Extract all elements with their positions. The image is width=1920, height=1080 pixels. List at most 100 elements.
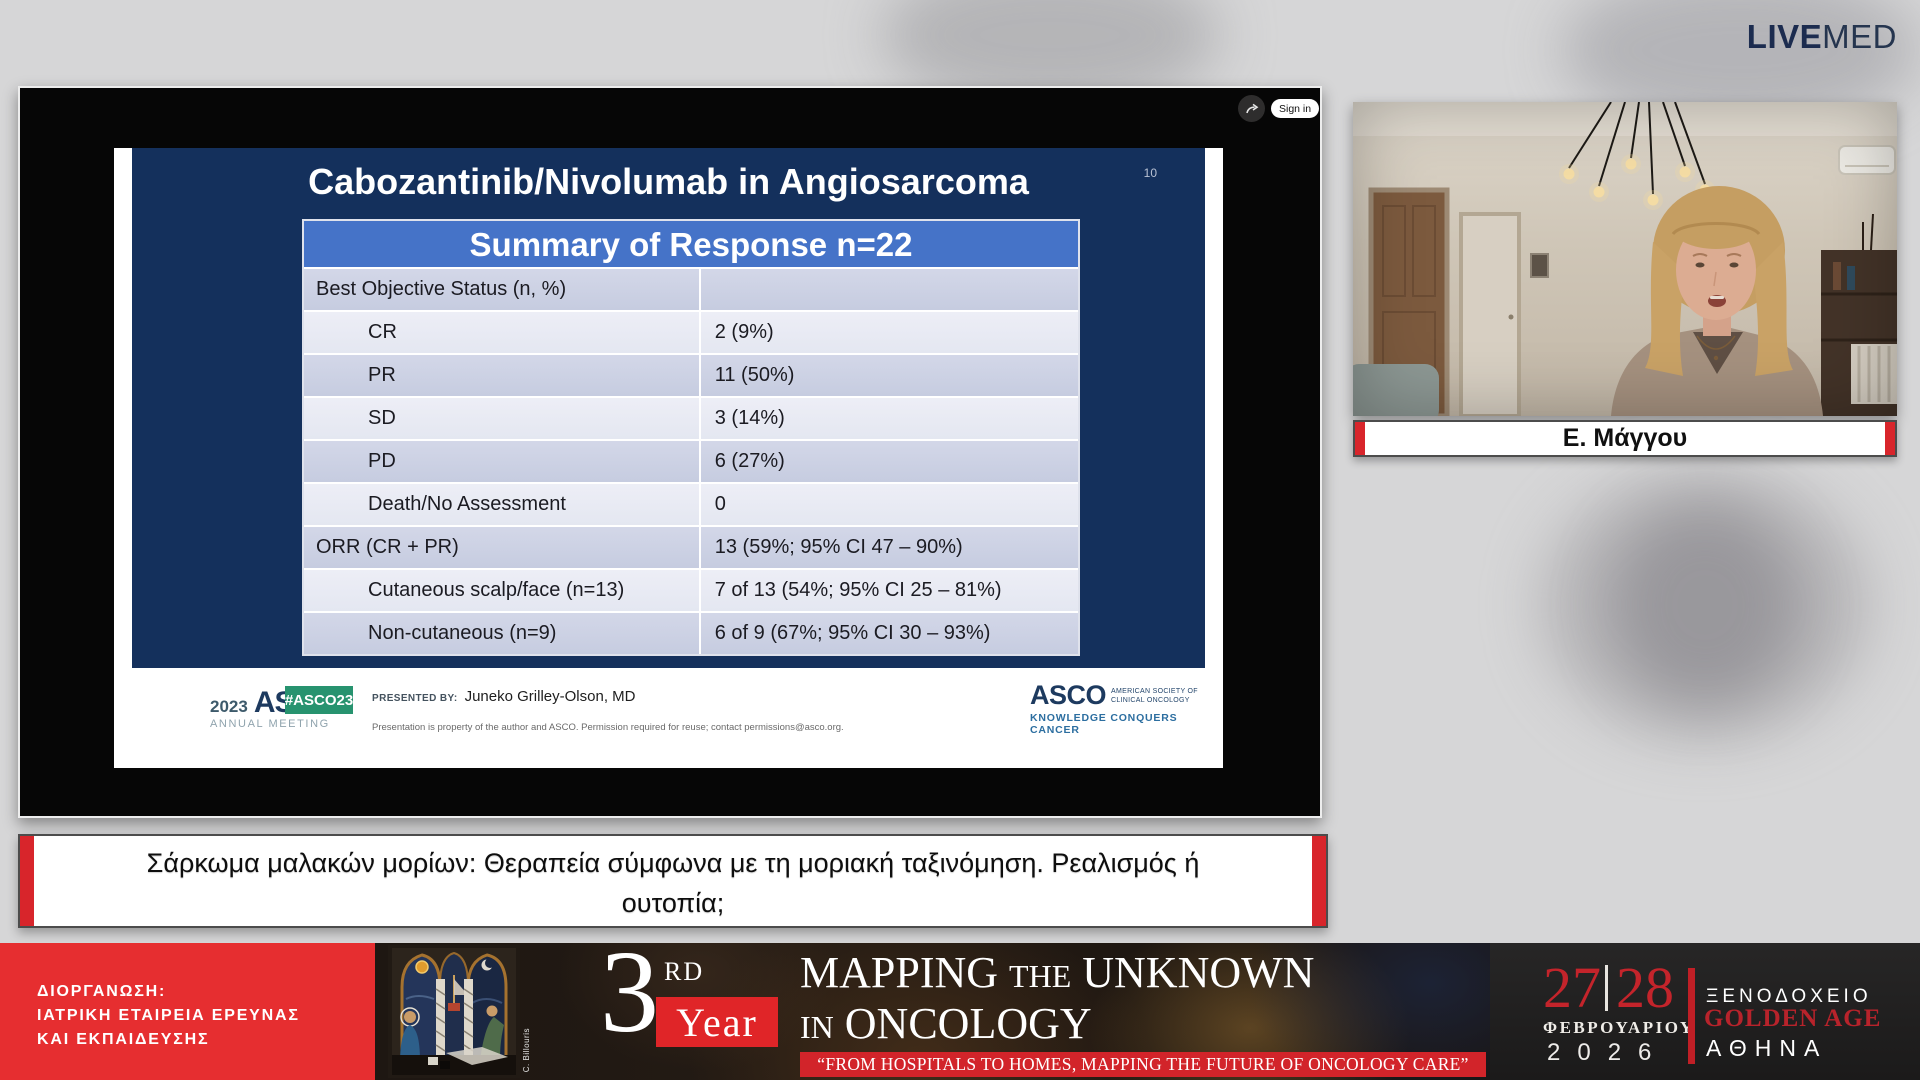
accent-bar-left — [20, 836, 34, 926]
event-day2: 28 — [1616, 959, 1674, 1017]
table-row: SD 3 (14%) — [304, 396, 1078, 439]
slide-content-area: Cabozantinib/Nivolumab in Angiosarcoma 1… — [132, 148, 1205, 668]
share-button[interactable] — [1238, 95, 1265, 122]
speaker-webcam[interactable] — [1353, 102, 1897, 416]
event-month: ΦΕΒΡΟΥΑΡΙΟΥ — [1543, 1018, 1695, 1038]
row-value: 6 of 9 (67%; 95% CI 30 – 93%) — [699, 613, 1078, 654]
row-value: 0 — [699, 484, 1078, 525]
couch — [1353, 364, 1439, 416]
organizer-name-line1: ΙΑΤΡΙΚΗ ΕΤΑΙΡΕΙΑ ΕΡΕΥΝΑΣ — [37, 1007, 300, 1025]
conference-banner: ΔΙΟΡΓΑΝΩΣΗ: ΙΑΤΡΙΚΗ ΕΤΑΙΡΕΙΑ ΕΡΕΥΝΑΣ ΚΑΙ… — [0, 943, 1920, 1080]
society-line2: CLINICAL ONCOLOGY — [1111, 696, 1198, 705]
brand-live: LIVE — [1747, 18, 1822, 55]
background-texture — [1610, 505, 1800, 705]
share-icon — [1245, 102, 1259, 116]
table-row: Death/No Assessment 0 — [304, 482, 1078, 525]
event-year: 2026 — [1547, 1039, 1668, 1067]
row-value: 6 (27%) — [699, 441, 1078, 482]
sign-in-button[interactable]: Sign in — [1271, 99, 1319, 118]
edition-suffix: RD — [664, 957, 704, 987]
row-label: Best Objective Status (n, %) — [304, 269, 699, 310]
artwork-credit: C. Billouris — [522, 1028, 531, 1072]
venue-city: ΑΘΗΝΑ — [1706, 1035, 1827, 1062]
title-word-small: IN — [800, 1009, 834, 1045]
table-row: CR 2 (9%) — [304, 310, 1078, 353]
accent-bar-right — [1885, 422, 1895, 455]
row-label: CR — [304, 312, 699, 353]
table-row: Cutaneous scalp/face (n=13) 7 of 13 (54%… — [304, 568, 1078, 611]
row-label: SD — [304, 398, 699, 439]
presenter-name: Juneko Grilley-Olson, MD — [465, 688, 636, 705]
row-value: 13 (59%; 95% CI 47 – 90%) — [699, 527, 1078, 568]
organizer-block: ΔΙΟΡΓΑΝΩΣΗ: ΙΑΤΡΙΚΗ ΕΤΑΙΡΕΙΑ ΕΡΕΥΝΑΣ ΚΑΙ… — [0, 943, 375, 1080]
screen: LIVEMED Sign in Cabozantinib/Nivolumab i… — [0, 0, 1920, 1080]
presentation-slide: Cabozantinib/Nivolumab in Angiosarcoma 1… — [114, 148, 1223, 768]
conference-title-line1: MAPPING THE UNKNOWN — [800, 949, 1314, 1000]
row-value: 11 (50%) — [699, 355, 1078, 396]
conference-title: MAPPING THE UNKNOWN IN ONCOLOGY — [800, 949, 1314, 1051]
date-divider — [1605, 965, 1608, 1011]
table-body: Best Objective Status (n, %) CR 2 (9%) P… — [304, 267, 1078, 654]
edition-year-label: Year — [656, 997, 778, 1047]
row-label: Cutaneous scalp/face (n=13) — [304, 570, 699, 611]
row-label: PD — [304, 441, 699, 482]
conference-title-line2: IN ONCOLOGY — [800, 1000, 1314, 1051]
conference-artwork — [388, 945, 520, 1078]
venue-divider — [1688, 968, 1695, 1064]
slide-title: Cabozantinib/Nivolumab in Angiosarcoma — [132, 161, 1205, 203]
room-second-door — [1461, 214, 1519, 416]
slide-footer: 2023 ASCO ANNUAL MEETING #ASCO23 PRESENT… — [114, 668, 1223, 768]
organizer-label: ΔΙΟΡΓΑΝΩΣΗ: — [37, 983, 166, 1001]
title-word: MAPPING — [800, 948, 998, 997]
slide-page-number: 10 — [1144, 166, 1157, 180]
table-row: PR 11 (50%) — [304, 353, 1078, 396]
asco-society-logo: ASCO AMERICAN SOCIETY OF CLINICAL ONCOLO… — [1030, 682, 1223, 736]
table-row: Best Objective Status (n, %) — [304, 267, 1078, 310]
row-value: 3 (14%) — [699, 398, 1078, 439]
row-label: Non-cutaneous (n=9) — [304, 613, 699, 654]
title-word-small: THE — [1009, 958, 1071, 994]
table-row: PD 6 (27%) — [304, 439, 1078, 482]
asco-wordmark: ASCO — [1030, 682, 1106, 709]
table-row: Non-cutaneous (n=9) 6 of 9 (67%; 95% CI … — [304, 611, 1078, 654]
title-word: UNKNOWN — [1082, 948, 1314, 997]
accent-bar-left — [1355, 422, 1365, 455]
speaker-name: Ε. Μάγγου — [1563, 424, 1687, 453]
row-label: ORR (CR + PR) — [304, 527, 699, 568]
society-line1: AMERICAN SOCIETY OF — [1111, 687, 1198, 696]
session-title-line2: ουτοπία; — [20, 883, 1326, 923]
response-table: Summary of Response n=22 Best Objective … — [302, 219, 1080, 656]
title-word: ONCOLOGY — [845, 999, 1092, 1048]
event-day1: 27 — [1543, 959, 1601, 1017]
venue-name: GOLDEN AGE — [1704, 1005, 1881, 1033]
asco-year: 2023 — [210, 697, 248, 717]
room-ac-unit — [1839, 146, 1895, 174]
annual-meeting-label: ANNUAL MEETING — [210, 718, 337, 730]
room-radiator — [1851, 344, 1897, 404]
row-label: Death/No Assessment — [304, 484, 699, 525]
brand-logo: LIVEMED — [1747, 18, 1897, 56]
table-title: Summary of Response n=22 — [304, 221, 1078, 267]
row-value: 7 of 13 (54%; 95% CI 25 – 81%) — [699, 570, 1078, 611]
artwork-image — [388, 945, 520, 1078]
session-title-line1: Σάρκωμα μαλακών μορίων: Θεραπεία σύμφωνα… — [20, 843, 1326, 883]
webcam-scene — [1353, 102, 1897, 416]
presented-by-label: PRESENTED BY: — [372, 693, 458, 704]
table-row: ORR (CR + PR) 13 (59%; 95% CI 47 – 90%) — [304, 525, 1078, 568]
permission-disclaimer: Presentation is property of the author a… — [372, 722, 844, 733]
video-player[interactable]: Sign in Cabozantinib/Nivolumab in Angios… — [18, 86, 1322, 818]
presenter-line: PRESENTED BY: Juneko Grilley-Olson, MD — [372, 688, 635, 705]
row-value — [699, 269, 1078, 310]
accent-bar-right — [1312, 836, 1326, 926]
asco-tagline: KNOWLEDGE CONQUERS CANCER — [1030, 712, 1223, 736]
wall-frame — [1531, 254, 1548, 277]
speaker-nameplate: Ε. Μάγγου — [1353, 420, 1897, 457]
edition-number: 3 — [600, 943, 659, 1051]
brand-med: MED — [1822, 18, 1897, 55]
society-name: AMERICAN SOCIETY OF CLINICAL ONCOLOGY — [1111, 682, 1198, 705]
row-value: 2 (9%) — [699, 312, 1078, 353]
row-label: PR — [304, 355, 699, 396]
hashtag-badge: #ASCO23 — [285, 686, 353, 714]
session-title-banner: Σάρκωμα μαλακών μορίων: Θεραπεία σύμφωνα… — [18, 834, 1328, 928]
organizer-name-line2: ΚΑΙ ΕΚΠΑΙΔΕΥΣΗΣ — [37, 1031, 209, 1049]
